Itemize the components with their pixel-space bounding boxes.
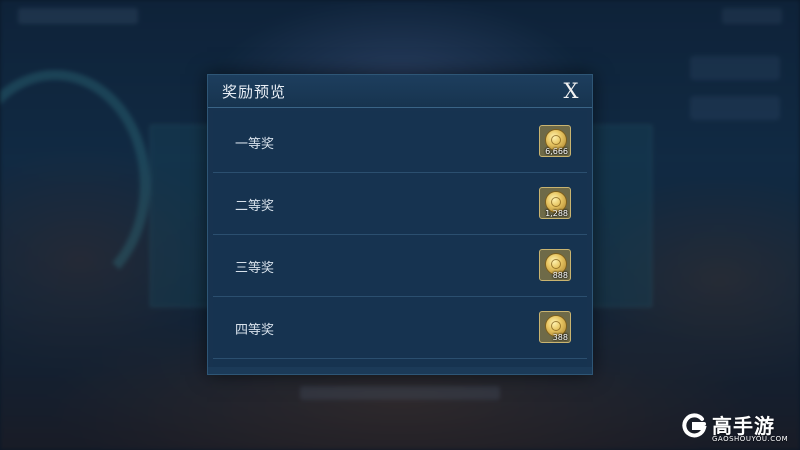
reward-count: 388 xyxy=(552,333,568,342)
reward-preview-dialog: 奖励预览 X 一等奖 6,666 二等奖 1,288 三等奖 888 四等奖 3… xyxy=(207,74,593,375)
prize-label: 一等奖 xyxy=(235,137,275,152)
brand-domain: GAOSHOUYOU.COM xyxy=(712,435,789,443)
close-button[interactable]: X xyxy=(558,78,584,104)
prize-label: 三等奖 xyxy=(235,261,275,276)
prize-label: 四等奖 xyxy=(235,323,275,338)
reward-item[interactable]: 6,666 xyxy=(539,125,571,157)
brand-g-icon xyxy=(682,413,707,438)
dialog-title: 奖励预览 xyxy=(222,83,287,101)
watermark-logo: 高手游 GAOSHOUYOU.COM xyxy=(680,410,790,446)
reward-row-fourth-prize: 四等奖 388 xyxy=(213,297,587,359)
reward-row-second-prize: 二等奖 1,288 xyxy=(213,173,587,235)
reward-item[interactable]: 1,288 xyxy=(539,187,571,219)
reward-row-first-prize: 一等奖 6,666 xyxy=(213,111,587,173)
reward-list[interactable]: 一等奖 6,666 二等奖 1,288 三等奖 888 四等奖 388 xyxy=(213,111,587,368)
reward-item[interactable]: 888 xyxy=(539,249,571,281)
reward-row-third-prize: 三等奖 888 xyxy=(213,235,587,297)
dialog-header: 奖励预览 X xyxy=(208,75,592,108)
dialog-footer xyxy=(208,367,592,374)
reward-count: 1,288 xyxy=(545,209,568,218)
reward-count: 888 xyxy=(552,271,568,280)
prize-label: 二等奖 xyxy=(235,199,275,214)
reward-count: 6,666 xyxy=(545,147,568,156)
reward-item[interactable]: 388 xyxy=(539,311,571,343)
